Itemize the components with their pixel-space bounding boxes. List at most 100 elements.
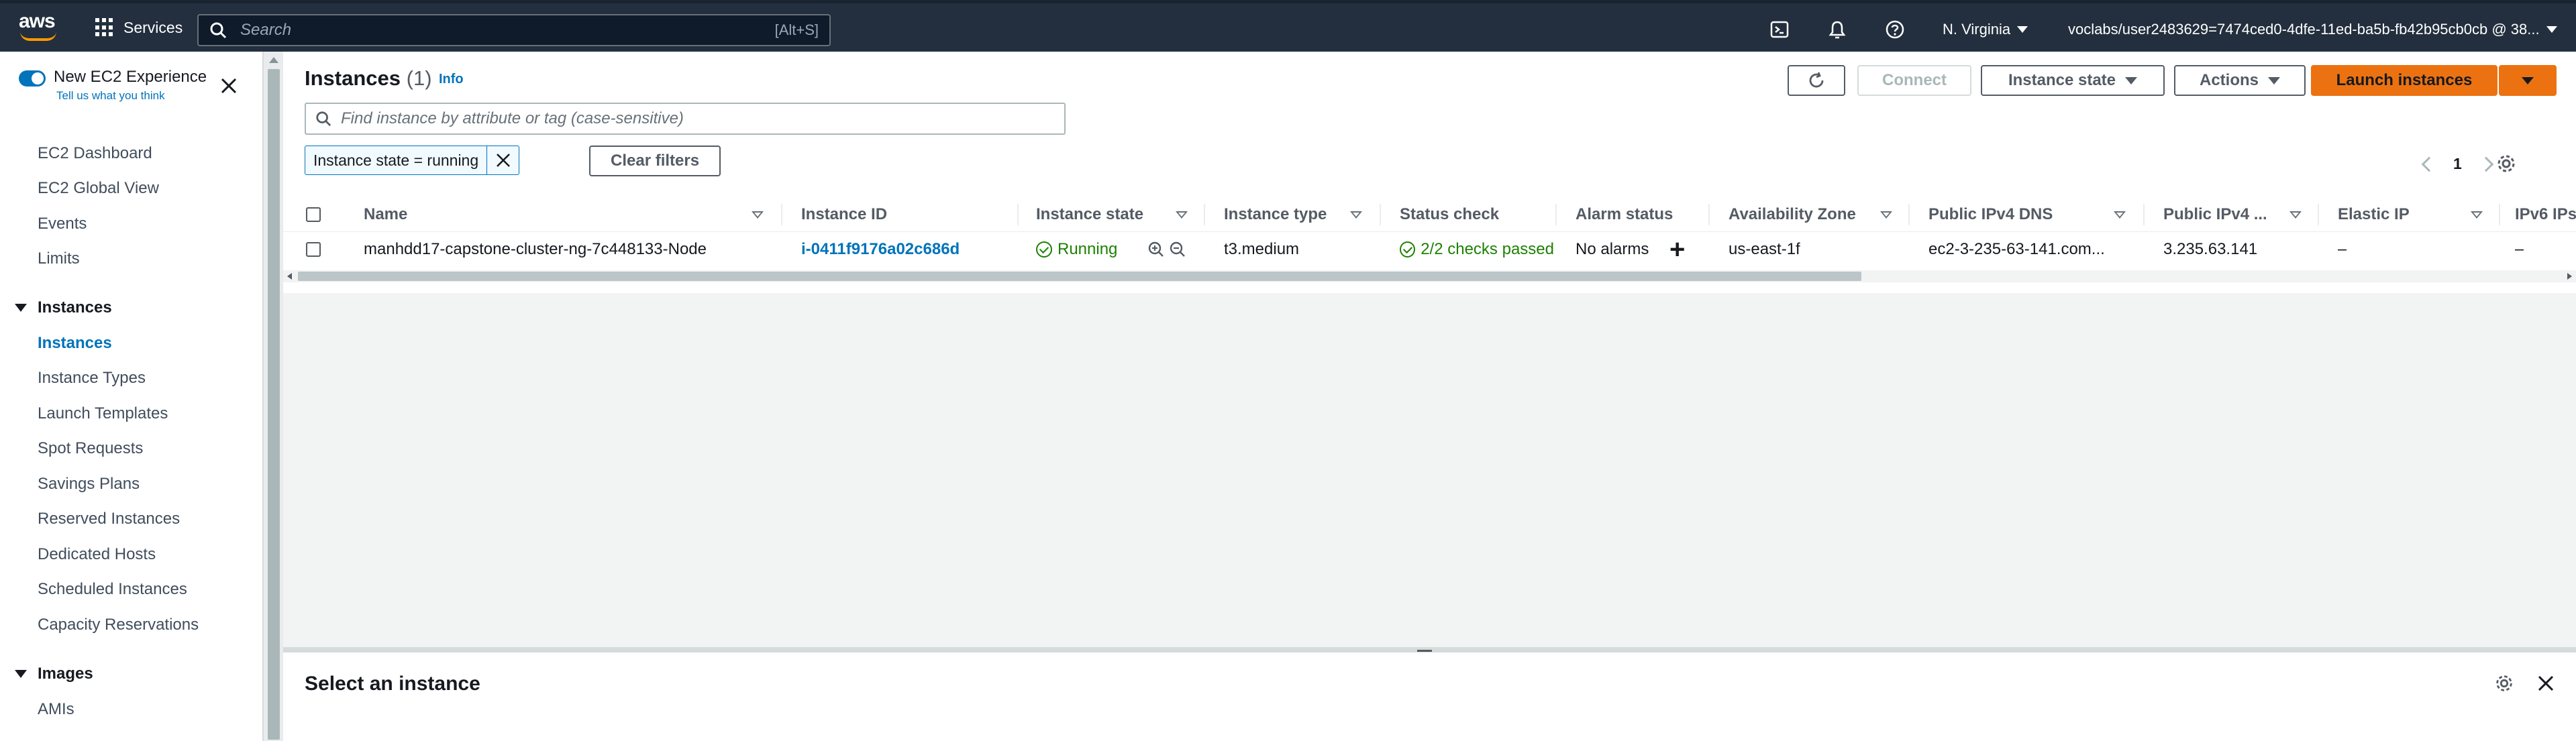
- sort-icon[interactable]: [752, 211, 764, 219]
- row-select-cell: [306, 232, 321, 267]
- account-label: voclabs/user2483629=7474ced0-4dfe-11ed-b…: [2068, 21, 2540, 38]
- sidebar-section-instances[interactable]: Instances: [15, 298, 112, 317]
- column-header-status-check[interactable]: Status check: [1400, 197, 1499, 232]
- clear-filters-label: Clear filters: [611, 152, 700, 170]
- cell-instance-state: Running: [1036, 232, 1117, 267]
- column-header-public-ipv4-dns[interactable]: Public IPv4 DNS: [1928, 197, 2053, 232]
- connect-button[interactable]: Connect: [1857, 65, 1971, 96]
- column-separator: [2143, 204, 2145, 225]
- check-circle-icon: [1036, 241, 1052, 258]
- gear-icon[interactable]: [2495, 152, 2518, 175]
- sidebar-item-dedicated-hosts[interactable]: Dedicated Hosts: [38, 545, 156, 564]
- filter-token: Instance state = running: [305, 146, 520, 175]
- help-icon[interactable]: [1885, 19, 1905, 40]
- column-header-availability-zone[interactable]: Availability Zone: [1729, 197, 1856, 232]
- table-horizontal-scrollbar[interactable]: [283, 270, 2576, 282]
- sidebar-item-ec2-global-view[interactable]: EC2 Global View: [38, 179, 159, 198]
- column-separator: [2318, 204, 2319, 225]
- account-menu[interactable]: voclabs/user2483629=7474ced0-4dfe-11ed-b…: [2068, 21, 2557, 38]
- sidebar-item-spot-requests[interactable]: Spot Requests: [38, 439, 143, 458]
- cell-public-ipv4-dns: ec2-3-235-63-141.com...: [1928, 240, 2105, 258]
- new-experience-toggle[interactable]: [19, 70, 46, 87]
- feedback-link[interactable]: Tell us what you think: [56, 89, 207, 103]
- state-zoom-controls: [1147, 232, 1186, 267]
- new-experience-toggle-group: New EC2 Experience Tell us what you thin…: [19, 68, 207, 103]
- sidebar-item-ec2-dashboard[interactable]: EC2 Dashboard: [38, 144, 152, 163]
- sidebar-item-amis[interactable]: AMIs: [38, 700, 74, 719]
- column-header-name[interactable]: Name: [364, 197, 407, 232]
- actions-button[interactable]: Actions: [2174, 65, 2306, 96]
- current-page[interactable]: 1: [2453, 155, 2462, 173]
- gear-icon[interactable]: [2493, 673, 2515, 694]
- sidebar-item-savings-plans[interactable]: Savings Plans: [38, 475, 140, 494]
- sort-icon[interactable]: [2289, 211, 2302, 219]
- column-header-instance-state[interactable]: Instance state: [1036, 197, 1143, 232]
- sidebar-scroll-thumb[interactable]: [268, 69, 280, 740]
- services-menu-button[interactable]: Services: [95, 18, 183, 37]
- search-shortcut-hint: [Alt+S]: [774, 21, 819, 38]
- sidebar-section-images[interactable]: Images: [15, 665, 93, 683]
- sort-icon[interactable]: [2471, 211, 2483, 219]
- global-search-input[interactable]: [240, 21, 775, 40]
- sort-icon[interactable]: [1880, 211, 1892, 219]
- close-icon[interactable]: [219, 76, 239, 96]
- scroll-right-arrow-icon[interactable]: [2567, 273, 2572, 280]
- sidebar-item-launch-templates[interactable]: Launch Templates: [38, 404, 168, 423]
- column-header-alarm-status[interactable]: Alarm status: [1576, 197, 1673, 232]
- sidebar-item-limits[interactable]: Limits: [38, 249, 80, 268]
- region-label: N. Virginia: [1943, 21, 2011, 38]
- cloudshell-icon[interactable]: [1769, 19, 1790, 40]
- horizontal-scroll-thumb[interactable]: [298, 272, 1861, 281]
- remove-filter-button[interactable]: [486, 146, 519, 174]
- notifications-bell-icon[interactable]: [1827, 19, 1847, 40]
- select-all-checkbox[interactable]: [306, 207, 321, 222]
- info-link[interactable]: Info: [439, 72, 464, 87]
- region-selector[interactable]: N. Virginia: [1943, 21, 2028, 38]
- instance-filter[interactable]: [305, 103, 1066, 135]
- add-alarm-button[interactable]: +: [1669, 232, 1685, 267]
- instance-state-value: Running: [1058, 240, 1118, 258]
- global-search[interactable]: [Alt+S]: [197, 14, 831, 46]
- column-separator: [1017, 204, 1019, 225]
- launch-instances-dropdown-button[interactable]: [2499, 65, 2557, 96]
- sidebar-item-instance-types[interactable]: Instance Types: [38, 369, 146, 388]
- scroll-left-arrow-icon[interactable]: [287, 273, 292, 280]
- launch-instances-button[interactable]: Launch instances: [2311, 65, 2497, 96]
- sidebar-item-reserved-instances[interactable]: Reserved Instances: [38, 510, 180, 528]
- column-header-elastic-ip[interactable]: Elastic IP: [2338, 197, 2410, 232]
- scroll-up-arrow-icon[interactable]: [269, 57, 278, 63]
- zoom-in-icon[interactable]: [1147, 241, 1165, 258]
- instance-filter-input[interactable]: [341, 109, 1055, 128]
- actions-label: Actions: [2199, 71, 2259, 89]
- sidebar-item-capacity-reservations[interactable]: Capacity Reservations: [38, 616, 199, 634]
- chevron-left-icon[interactable]: [2421, 156, 2437, 172]
- details-panel-title: Select an instance: [305, 673, 480, 695]
- sort-icon[interactable]: [1350, 211, 1362, 219]
- zoom-out-icon[interactable]: [1169, 241, 1186, 258]
- sort-icon[interactable]: [1176, 211, 1188, 219]
- refresh-icon: [1809, 72, 1824, 88]
- sidebar-scrollbar[interactable]: [263, 52, 283, 741]
- column-header-public-ipv4[interactable]: Public IPv4 ...: [2163, 197, 2267, 232]
- chevron-right-icon[interactable]: [2478, 156, 2494, 172]
- refresh-button[interactable]: [1788, 65, 1845, 96]
- column-header-ipv6-ips[interactable]: IPv6 IPs: [2515, 197, 2576, 232]
- sidebar-item-instances[interactable]: Instances: [38, 334, 112, 353]
- column-header-instance-id[interactable]: Instance ID: [801, 197, 887, 232]
- cell-instance-id-link[interactable]: i-0411f9176a02c686d: [801, 232, 960, 267]
- column-separator: [2499, 204, 2500, 225]
- aws-logo[interactable]: aws: [19, 11, 59, 45]
- select-all-cell: [306, 197, 321, 232]
- column-separator: [1908, 204, 1910, 225]
- close-icon[interactable]: [2535, 673, 2557, 694]
- column-header-instance-type[interactable]: Instance type: [1224, 197, 1327, 232]
- services-label: Services: [123, 18, 183, 36]
- sort-icon[interactable]: [2114, 211, 2126, 219]
- clear-filters-button[interactable]: Clear filters: [589, 146, 721, 176]
- table-row[interactable]: manhdd17-capstone-cluster-ng-7c448133-No…: [283, 232, 2576, 267]
- row-checkbox[interactable]: [306, 242, 321, 257]
- sidebar-item-scheduled-instances[interactable]: Scheduled Instances: [38, 580, 187, 599]
- sidebar-item-events[interactable]: Events: [38, 215, 87, 233]
- instance-state-button[interactable]: Instance state: [1981, 65, 2165, 96]
- page-title: Instances (1): [305, 66, 432, 91]
